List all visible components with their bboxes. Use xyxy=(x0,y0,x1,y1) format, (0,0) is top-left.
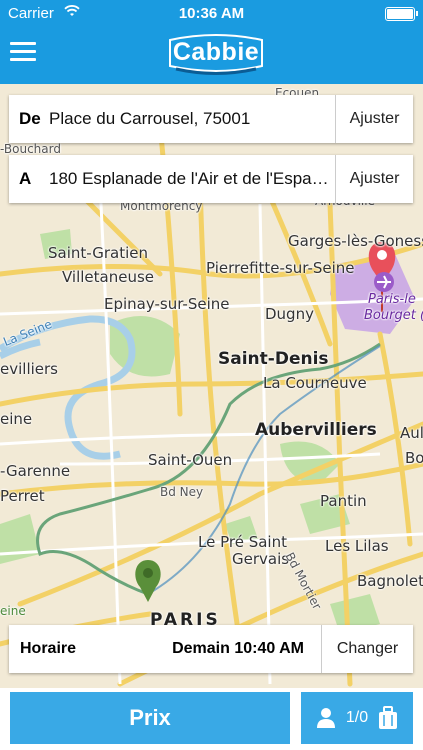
map-label-aul: Aul xyxy=(400,424,423,442)
schedule-row: Horaire Demain 10:40 AM Changer xyxy=(9,625,413,673)
map-label-pantin: Pantin xyxy=(320,492,367,510)
map-label-paris-le: Paris-le xyxy=(368,292,416,307)
map-label-saint-ouen: Saint-Ouen xyxy=(148,451,233,469)
passengers-count: 1/0 xyxy=(345,709,369,726)
schedule-label: Horaire xyxy=(20,640,77,657)
map-label-pierrefitte: Pierrefitte-sur-Seine xyxy=(206,259,355,277)
map-label-bagnolet: Bagnolet xyxy=(357,572,423,590)
map-label-epinay: Epinay-sur-Seine xyxy=(104,295,230,313)
map-label-la-courneuve: La Courneuve xyxy=(263,374,367,392)
map-label-dugny: Dugny xyxy=(265,305,314,323)
from-adjust-button[interactable]: Ajuster xyxy=(335,95,413,143)
cabbie-logo: Cabbie xyxy=(162,32,270,78)
map-label-saint-denis: Saint-Denis xyxy=(218,349,329,369)
map-label-bourget: Bourget (LBG) xyxy=(364,308,423,323)
to-address[interactable]: 180 Esplanade de l'Air et de l'Espace, 9… xyxy=(49,169,335,189)
bottom-bar: Prix 1/0 xyxy=(0,688,423,750)
price-button[interactable]: Prix xyxy=(10,692,290,744)
map-label-le-pre: Le Pré Saint xyxy=(198,533,287,551)
hamburger-icon[interactable] xyxy=(10,42,36,66)
luggage-icon xyxy=(378,706,398,730)
battery-icon xyxy=(385,7,418,21)
from-address-row[interactable]: De Place du Carrousel, 75001 Ajuster xyxy=(9,95,413,143)
to-prefix: A xyxy=(19,169,32,188)
map-label-perret: Perret xyxy=(0,487,45,505)
map-label-villetaneuse: Villetaneuse xyxy=(62,268,155,286)
user-icon xyxy=(316,707,336,729)
map-label-eine-green: eine xyxy=(0,604,26,618)
logo-text: Cabbie xyxy=(172,38,260,66)
map-label-saint-gratien: Saint-Gratien xyxy=(48,244,148,262)
origin-pin-icon xyxy=(135,560,161,602)
from-prefix: De xyxy=(19,109,41,128)
status-bar: Carrier 10:36 AM xyxy=(0,0,423,28)
map-label-bobig: Bobig xyxy=(405,449,423,467)
map-label-garges: Garges-lès-Gonesse xyxy=(288,232,423,250)
to-address-row[interactable]: A 180 Esplanade de l'Air et de l'Espace,… xyxy=(9,155,413,203)
map-label-bd-ney: Bd Ney xyxy=(160,485,204,499)
map-label-bouchard: -Bouchard xyxy=(0,142,61,156)
map-label-garenne: -Garenne xyxy=(0,462,71,480)
map-label-eine: eine xyxy=(0,410,33,428)
map-label-gervais: Gervais xyxy=(232,550,290,568)
map-label-aubervilliers: Aubervilliers xyxy=(255,420,377,440)
price-button-label: Prix xyxy=(129,705,171,730)
passengers-button[interactable]: 1/0 xyxy=(301,692,413,744)
status-time: 10:36 AM xyxy=(178,5,245,22)
from-address[interactable]: Place du Carrousel, 75001 xyxy=(49,109,335,129)
map-label-les-lilas: Les Lilas xyxy=(325,537,389,555)
nav-bar: Cabbie xyxy=(0,28,423,84)
to-adjust-button[interactable]: Ajuster xyxy=(335,155,413,203)
schedule-change-button[interactable]: Changer xyxy=(321,625,413,673)
schedule-value: Demain 10:40 AM xyxy=(172,640,304,657)
map-label-evilliers: evilliers xyxy=(0,360,58,378)
